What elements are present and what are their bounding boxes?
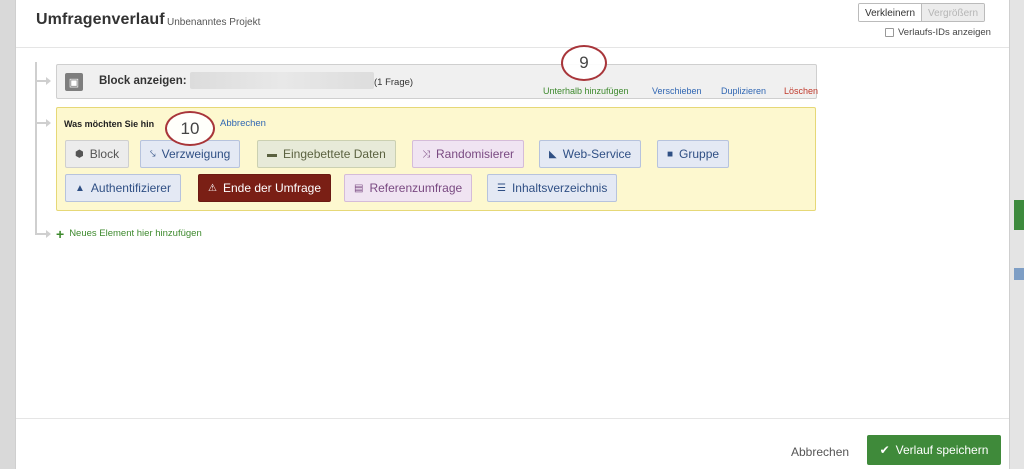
backdrop-link-element <box>1014 268 1024 280</box>
option-block-button[interactable]: ⬢ Block <box>65 140 130 168</box>
cancel-button[interactable]: Abbrechen <box>791 445 849 459</box>
show-ids-label: Verlaufs-IDs anzeigen <box>898 27 991 38</box>
annotation-marker-9: 9 <box>561 45 607 81</box>
delete-link[interactable]: Löschen <box>784 86 818 96</box>
rss-icon: ◣ <box>549 148 557 160</box>
option-label: Randomisierer <box>436 147 515 161</box>
option-label: Authentifizierer <box>90 181 171 195</box>
option-group-button[interactable]: ■ Gruppe <box>657 140 730 168</box>
flow-arrow-icon <box>46 77 51 85</box>
option-embedded-data-button[interactable]: ▬ Eingebettete Daten <box>257 140 396 168</box>
option-label: Gruppe <box>679 147 720 161</box>
data-icon: ▬ <box>267 148 277 160</box>
folder-icon: ■ <box>667 148 674 160</box>
modal-footer: Abbrechen ✔ Verlauf speichern <box>16 418 1009 469</box>
add-new-element-link[interactable]: + Neues Element hier hinzufügen <box>56 225 202 242</box>
option-label: Inhaltsverzeichnis <box>511 181 608 195</box>
warning-icon: ⚠ <box>208 182 217 194</box>
chooser-cancel-link[interactable]: Abbrechen <box>220 118 266 129</box>
question-count: (1 Frage) <box>374 77 414 88</box>
option-web-service-button[interactable]: ◣ Web-Service <box>539 140 642 168</box>
option-end-of-survey-button[interactable]: ⚠ Ende der Umfrage <box>198 174 332 202</box>
survey-flow-modal: Umfragenverlauf Unbenanntes Projekt Verk… <box>15 0 1010 469</box>
save-flow-button[interactable]: ✔ Verlauf speichern <box>867 435 1001 465</box>
option-randomizer-button[interactable]: ⤨ Randomisierer <box>412 140 525 168</box>
flow-arrow-icon <box>46 119 51 127</box>
backdrop-page <box>1010 0 1024 469</box>
backdrop-green-element <box>1014 200 1024 230</box>
add-below-link[interactable]: Unterhalb hinzufügen <box>543 86 629 96</box>
modal-header: Umfragenverlauf Unbenanntes Projekt Verk… <box>16 0 1009 48</box>
option-table-of-contents-button[interactable]: ☰ Inhaltsverzeichnis <box>487 174 618 202</box>
chooser-prompt: Was möchten Sie hin <box>64 119 155 129</box>
show-ids-toggle[interactable]: Verlaufs-IDs anzeigen <box>885 27 991 38</box>
zoom-controls: Verkleinern Vergrößern <box>858 3 986 22</box>
flow-connector <box>35 62 37 234</box>
option-label: Ende der Umfrage <box>222 181 322 195</box>
plus-icon: + <box>56 225 65 242</box>
option-label: Verzweigung <box>161 147 231 161</box>
show-ids-checkbox[interactable] <box>885 28 894 37</box>
move-link[interactable]: Verschieben <box>652 86 702 96</box>
add-new-label: Neues Element hier hinzufügen <box>69 228 202 239</box>
block-name-redacted <box>190 72 374 89</box>
cube-icon: ▣ <box>65 73 83 91</box>
cube-icon: ⬢ <box>75 148 84 160</box>
lock-icon: ▲ <box>75 182 85 194</box>
annotation-marker-10: 10 <box>165 111 215 146</box>
checkmark-icon: ✔ <box>879 443 890 457</box>
option-label: Referenzumfrage <box>369 181 463 195</box>
option-label: Web-Service <box>562 147 632 161</box>
block-label: Block anzeigen: <box>99 75 187 87</box>
show-block-element[interactable]: ▣ Block anzeigen: (1 Frage) Unterhalb hi… <box>56 64 818 99</box>
option-authenticator-button[interactable]: ▲ Authentifizierer <box>65 174 181 202</box>
project-name: Unbenanntes Projekt <box>167 17 261 28</box>
save-label: Verlauf speichern <box>895 443 989 457</box>
branch-icon: ⤥ <box>150 148 156 160</box>
zoom-in-button[interactable]: Vergrößern <box>921 4 985 21</box>
zoom-out-button[interactable]: Verkleinern <box>859 4 922 21</box>
shuffle-icon: ⤨ <box>422 148 430 160</box>
option-label: Eingebettete Daten <box>283 147 386 161</box>
clipboard-icon: ▤ <box>354 182 364 194</box>
flow-arrow-icon <box>46 230 51 238</box>
duplicate-link[interactable]: Duplizieren <box>721 86 766 96</box>
list-icon: ☰ <box>497 182 506 194</box>
option-label: Block <box>89 147 120 161</box>
option-reference-survey-button[interactable]: ▤ Referenzumfrage <box>344 174 473 202</box>
page-title: Umfragenverlauf <box>36 11 165 28</box>
